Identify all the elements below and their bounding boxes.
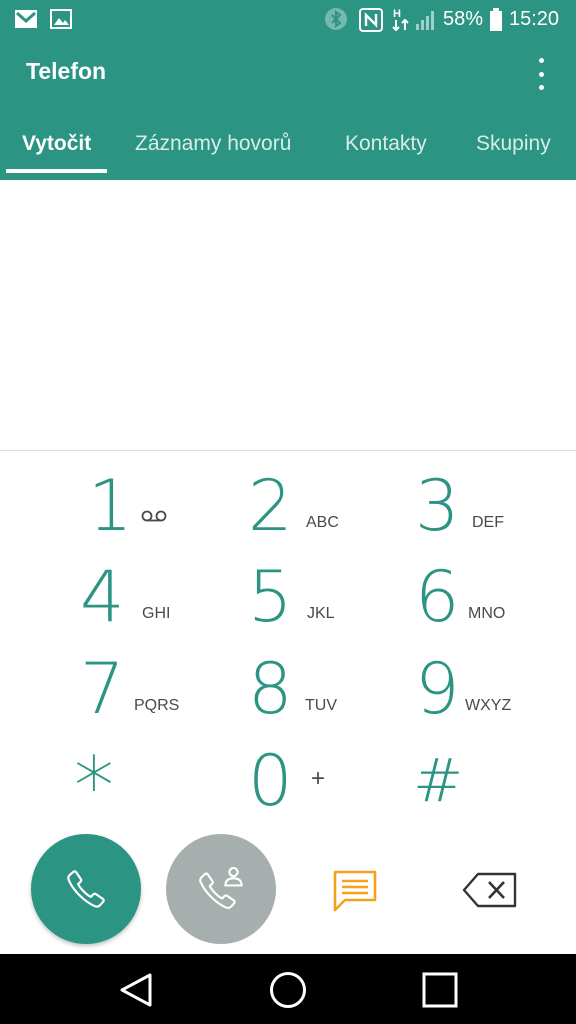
key-digit: 5 [248,556,293,638]
key-digit: 3 [415,465,460,547]
backspace-icon[interactable] [462,870,518,910]
key-digit: * [74,740,114,833]
key-5[interactable]: 5 JKL [238,553,408,641]
battery-percent: 58% [443,8,484,30]
nfc-icon [359,8,383,32]
message-icon[interactable] [331,866,379,914]
key-letters: MNO [468,605,506,622]
key-7[interactable]: 7 PQRS [70,645,240,733]
phone-icon [67,870,105,908]
bluetooth-icon [325,8,347,30]
key-letters: JKL [307,605,335,622]
tab-contacts[interactable]: Kontakty [345,132,427,156]
home-icon[interactable] [268,970,308,1010]
key-digit: 7 [80,648,125,730]
key-8[interactable]: 8 TUV [238,645,408,733]
hplus-data-icon: H [392,8,409,32]
key-letters: PQRS [134,697,180,714]
tab-call-log[interactable]: Záznamy hovorů [135,132,291,156]
key-2[interactable]: 2 ABC [238,462,408,550]
key-letters: DEF [472,514,504,531]
clock: 15:20 [509,8,560,30]
key-hash[interactable]: # [405,737,575,825]
recents-icon[interactable] [421,971,459,1009]
back-icon[interactable] [117,971,155,1009]
signal-icon [416,11,434,30]
key-letters: + [311,765,326,792]
active-tab-indicator [6,169,107,173]
key-letters: TUV [305,697,337,714]
call-contact-button[interactable] [166,834,276,944]
dialed-number-display[interactable] [0,180,576,450]
key-6[interactable]: 6 MNO [405,553,575,641]
key-4[interactable]: 4 GHI [70,553,240,641]
key-star[interactable]: * [70,737,240,831]
tab-dial[interactable]: Vytočit [22,132,91,156]
gallery-icon [50,9,72,29]
key-digit: 6 [415,556,460,638]
app-title: Telefon [26,58,107,84]
voicemail-icon [141,510,167,522]
key-digit: # [413,746,464,816]
key-3[interactable]: 3 DEF [405,462,575,550]
key-9[interactable]: 9 WXYZ [405,645,575,733]
key-letters: WXYZ [465,697,512,714]
call-button[interactable] [31,834,141,944]
phone-contact-icon [199,866,243,910]
battery-icon [490,8,502,31]
key-digit: 2 [248,465,293,547]
key-digit: 0 [248,740,293,822]
key-1[interactable]: 1 [70,462,240,550]
key-0[interactable]: 0 + [238,737,408,825]
svg-text:H: H [393,8,401,20]
navigation-bar [0,954,576,1024]
key-letters: ABC [306,514,339,531]
key-digit: 9 [415,648,460,730]
key-digit: 8 [248,648,293,730]
key-digit: 1 [88,465,133,547]
gmail-icon [15,10,37,28]
tab-groups[interactable]: Skupiny [476,132,551,156]
status-bar: H 58% 15:20 [0,0,576,40]
key-digit: 4 [80,556,125,638]
divider [0,450,576,451]
overflow-menu-icon[interactable] [524,54,558,94]
app-bar: Telefon Vytočit Záznamy hovorů Kontakty … [0,40,576,180]
key-letters: GHI [142,605,171,622]
